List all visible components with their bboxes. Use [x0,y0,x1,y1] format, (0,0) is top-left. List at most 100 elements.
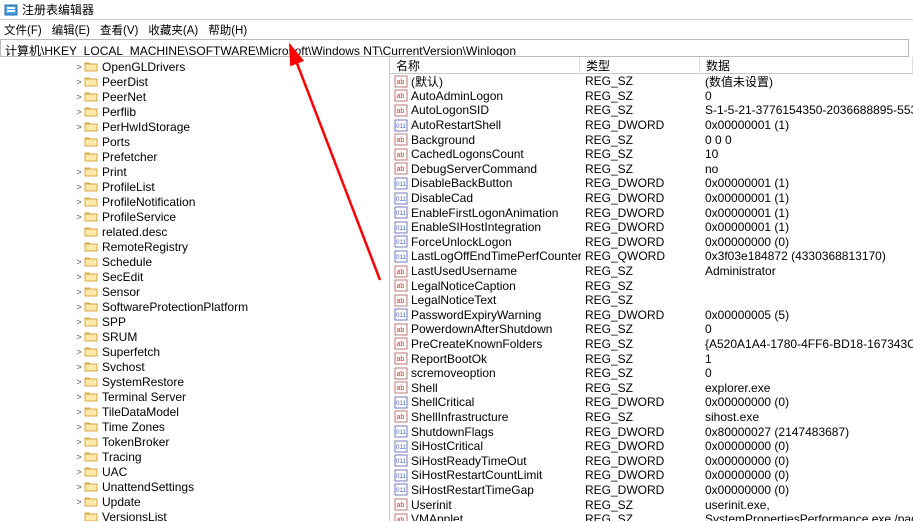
tree-item[interactable]: >Terminal Server [0,389,389,404]
tree-item[interactable]: >SRUM [0,329,389,344]
value-row[interactable]: abShellREG_SZexplorer.exe [390,380,913,395]
tree-expander-icon[interactable]: > [74,392,84,402]
value-row[interactable]: abShellInfrastructureREG_SZsihost.exe [390,410,913,425]
tree-expander-icon[interactable]: > [74,197,84,207]
value-row[interactable]: 011LastLogOffEndTimePerfCounterREG_QWORD… [390,249,913,264]
menu-view[interactable]: 查看(V) [100,22,138,36]
value-row[interactable]: 011SiHostRestartTimeGapREG_DWORD0x000000… [390,483,913,498]
tree-item[interactable]: RemoteRegistry [0,239,389,254]
tree-expander-icon[interactable]: > [74,467,84,477]
tree-expander-icon[interactable]: > [74,167,84,177]
tree-item[interactable]: >UnattendSettings [0,479,389,494]
tree-expander-icon[interactable]: > [74,122,84,132]
tree-expander-icon[interactable]: > [74,362,84,372]
tree-pane[interactable]: >OpenGLDrivers>PeerDist>PeerNet>Perflib>… [0,57,390,521]
tree-expander-icon[interactable]: > [74,437,84,447]
column-data[interactable]: 数据 [700,57,913,74]
value-row[interactable]: abDebugServerCommandREG_SZno [390,162,913,177]
value-row[interactable]: 011SiHostRestartCountLimitREG_DWORD0x000… [390,468,913,483]
value-row[interactable]: abAutoAdminLogonREG_SZ0 [390,89,913,104]
menu-file[interactable]: 文件(F) [4,22,42,36]
tree-item[interactable]: >Print [0,164,389,179]
value-row[interactable]: abCachedLogonsCountREG_SZ10 [390,147,913,162]
value-row[interactable]: abUserinitREG_SZuserinit.exe, [390,497,913,512]
value-row[interactable]: abLegalNoticeTextREG_SZ [390,293,913,308]
tree-expander-icon[interactable]: > [74,62,84,72]
tree-expander-icon[interactable]: > [74,332,84,342]
value-row[interactable]: 011AutoRestartShellREG_DWORD0x00000001 (… [390,118,913,133]
tree-item[interactable]: VersionsList [0,509,389,521]
tree-item[interactable]: >Superfetch [0,344,389,359]
value-row[interactable]: abscremoveoptionREG_SZ0 [390,366,913,381]
tree-item[interactable]: >Tracing [0,449,389,464]
value-row[interactable]: 011ShutdownFlagsREG_DWORD0x80000027 (214… [390,424,913,439]
tree-expander-icon[interactable]: > [74,287,84,297]
tree-item[interactable]: >ProfileList [0,179,389,194]
tree-item[interactable]: >SystemRestore [0,374,389,389]
tree-expander-icon[interactable]: > [74,347,84,357]
tree-item[interactable]: >ProfileService [0,209,389,224]
tree-item[interactable]: >OpenGLDrivers [0,59,389,74]
tree-expander-icon[interactable]: > [74,452,84,462]
value-row[interactable]: 011DisableBackButtonREG_DWORD0x00000001 … [390,176,913,191]
value-row[interactable]: 011SiHostCriticalREG_DWORD0x00000000 (0) [390,439,913,454]
tree-expander-icon[interactable]: > [74,77,84,87]
values-pane[interactable]: 名称 类型 数据 ab(默认)REG_SZ(数值未设置)abAutoAdminL… [390,57,913,521]
tree-item[interactable]: >Time Zones [0,419,389,434]
value-row[interactable]: 011DisableCadREG_DWORD0x00000001 (1) [390,191,913,206]
tree-item[interactable]: >Sensor [0,284,389,299]
tree-expander-icon[interactable]: > [74,212,84,222]
tree-item[interactable]: >SPP [0,314,389,329]
tree-item[interactable]: >TokenBroker [0,434,389,449]
menu-edit[interactable]: 编辑(E) [52,22,90,36]
value-row[interactable]: 011ForceUnlockLogonREG_DWORD0x00000000 (… [390,235,913,250]
tree-item[interactable]: >Perflib [0,104,389,119]
menu-help[interactable]: 帮助(H) [208,22,247,36]
tree-item[interactable]: >PerHwIdStorage [0,119,389,134]
tree-item[interactable]: >Svchost [0,359,389,374]
value-row[interactable]: 011EnableFirstLogonAnimationREG_DWORD0x0… [390,205,913,220]
column-name[interactable]: 名称 [390,57,580,74]
tree-expander-icon[interactable]: > [74,182,84,192]
value-row[interactable]: abLegalNoticeCaptionREG_SZ [390,278,913,293]
tree-expander-icon[interactable]: > [74,422,84,432]
value-row[interactable]: abBackgroundREG_SZ0 0 0 [390,132,913,147]
value-row[interactable]: 011EnableSIHostIntegrationREG_DWORD0x000… [390,220,913,235]
value-row[interactable]: abLastUsedUsernameREG_SZAdministrator [390,264,913,279]
tree-expander-icon[interactable]: > [74,92,84,102]
menu-favorites[interactable]: 收藏夹(A) [148,22,198,36]
value-row[interactable]: abReportBootOkREG_SZ1 [390,351,913,366]
tree-expander-icon[interactable]: > [74,482,84,492]
address-bar[interactable]: 计算机\HKEY_LOCAL_MACHINE\SOFTWARE\Microsof… [0,39,909,57]
column-type[interactable]: 类型 [580,57,700,74]
tree-item[interactable]: >SecEdit [0,269,389,284]
tree-item[interactable]: >ProfileNotification [0,194,389,209]
tree-item[interactable]: >PeerNet [0,89,389,104]
value-row[interactable]: ab(默认)REG_SZ(数值未设置) [390,74,913,89]
tree-item[interactable]: related.desc [0,224,389,239]
tree-item[interactable]: Ports [0,134,389,149]
tree-expander-icon[interactable]: > [74,497,84,507]
tree-item[interactable]: Prefetcher [0,149,389,164]
value-row[interactable]: abPreCreateKnownFoldersREG_SZ{A520A1A4-1… [390,337,913,352]
tree-item[interactable]: >Update [0,494,389,509]
tree-expander-icon[interactable]: > [74,302,84,312]
value-row[interactable]: 011ShellCriticalREG_DWORD0x00000000 (0) [390,395,913,410]
tree-expander-icon[interactable]: > [74,317,84,327]
value-row[interactable]: abPowerdownAfterShutdownREG_SZ0 [390,322,913,337]
tree-expander-icon[interactable]: > [74,107,84,117]
value-row[interactable]: abVMAppletREG_SZSystemPropertiesPerforma… [390,512,913,521]
value-row[interactable]: abAutoLogonSIDREG_SZS-1-5-21-3776154350-… [390,103,913,118]
tree-item[interactable]: >Schedule [0,254,389,269]
value-row[interactable]: 011PasswordExpiryWarningREG_DWORD0x00000… [390,308,913,323]
tree-expander-icon[interactable]: > [74,407,84,417]
tree-expander-icon[interactable]: > [74,377,84,387]
tree-item[interactable]: >PeerDist [0,74,389,89]
value-row[interactable]: 011SiHostReadyTimeOutREG_DWORD0x00000000… [390,453,913,468]
tree-item[interactable]: >SoftwareProtectionPlatform [0,299,389,314]
tree-item[interactable]: >TileDataModel [0,404,389,419]
tree-expander-icon[interactable]: > [74,272,84,282]
binary-value-icon: 011 [394,483,408,496]
tree-item[interactable]: >UAC [0,464,389,479]
tree-expander-icon[interactable]: > [74,257,84,267]
